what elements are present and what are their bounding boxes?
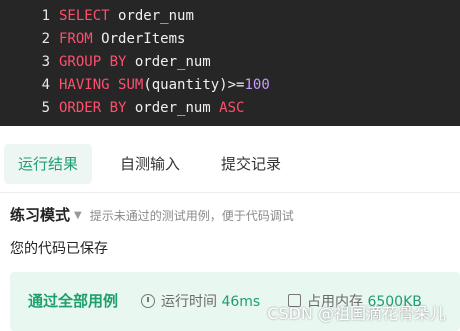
- code-token: FROM: [59, 31, 93, 47]
- line-number: 2: [41, 31, 50, 47]
- line-number: 5: [41, 100, 50, 116]
- code-token: (quantity)>=: [143, 77, 245, 93]
- tab-run-result[interactable]: 运行结果: [4, 144, 93, 184]
- line-number: 1: [41, 8, 50, 24]
- code-token: OrderItems: [101, 31, 186, 47]
- watermark: CSDN @祖国滴花骨朵儿: [267, 304, 446, 323]
- line-number: 3: [41, 54, 50, 70]
- runtime-stat: 运行时间 46ms: [141, 291, 260, 311]
- code-token: order_num: [134, 54, 211, 70]
- code-token: ASC: [219, 100, 245, 116]
- code-saved-message: 您的代码已保存: [10, 241, 108, 257]
- code-line: 2 FROM OrderItems: [0, 29, 186, 49]
- clock-icon: [141, 294, 155, 308]
- code-token: SELECT: [59, 8, 110, 24]
- line-number: 4: [41, 77, 50, 93]
- tab-submit-record[interactable]: 提交记录: [207, 144, 295, 184]
- pass-status: 通过全部用例: [28, 292, 119, 310]
- practice-mode-dropdown[interactable]: 练习模式: [10, 206, 70, 224]
- code-token: order_num: [134, 100, 211, 116]
- mode-hint: 提示未通过的测试用例，便于代码调试: [89, 209, 294, 223]
- code-token: ORDER BY: [59, 100, 127, 116]
- practice-mode-row: 练习模式 ▼ 提示未通过的测试用例，便于代码调试: [10, 204, 294, 226]
- result-tabs: 运行结果 自测输入 提交记录: [0, 136, 460, 193]
- caret-down-icon[interactable]: ▼: [74, 205, 82, 227]
- code-token: SUM: [118, 77, 144, 93]
- tab-self-test[interactable]: 自测输入: [106, 144, 194, 184]
- code-line: 4 HAVING SUM(quantity)>=100: [0, 75, 270, 95]
- code-token: HAVING: [59, 77, 110, 93]
- code-line: 1 SELECT order_num: [0, 6, 194, 26]
- runtime-label: 运行时间: [161, 294, 217, 310]
- code-line: 3 GROUP BY order_num: [0, 52, 211, 72]
- code-token: order_num: [118, 8, 194, 24]
- code-token: 100: [244, 77, 270, 93]
- runtime-value: 46ms: [221, 294, 261, 310]
- code-editor[interactable]: 1 SELECT order_num 2 FROM OrderItems 3 GROUP …: [0, 0, 460, 126]
- code-token: GROUP BY: [59, 54, 127, 70]
- code-line: 5 ORDER BY order_num ASC: [0, 98, 245, 118]
